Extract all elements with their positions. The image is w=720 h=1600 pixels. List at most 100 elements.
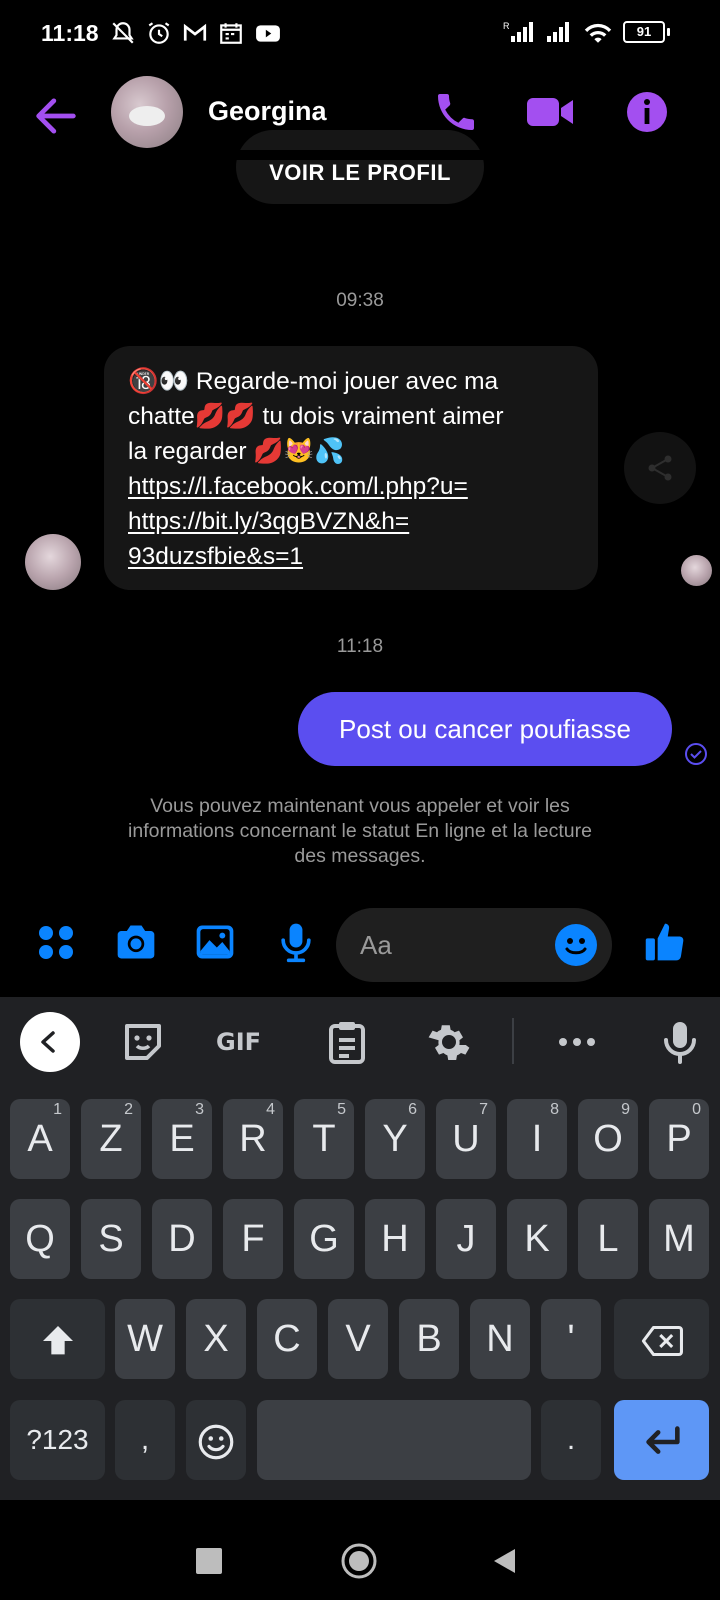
key-label: T (312, 1118, 336, 1160)
emoji-key[interactable] (186, 1400, 246, 1480)
gear-icon (428, 1025, 470, 1060)
key-h[interactable]: H (365, 1199, 425, 1279)
battery-indicator: 91 (623, 21, 665, 43)
key-label: Z (99, 1118, 123, 1160)
key-apostrophe[interactable]: ' (541, 1299, 601, 1379)
recent-apps-button[interactable] (196, 1548, 222, 1574)
nav-back-button[interactable] (490, 1546, 520, 1576)
key-v[interactable]: V (328, 1299, 388, 1379)
key-k[interactable]: K (507, 1199, 567, 1279)
key-s[interactable]: S (81, 1199, 141, 1279)
message-text-line: chatte💋💋 tu dois vraiment aimer (128, 403, 504, 430)
timestamp: 11:18 (336, 636, 384, 657)
symbols-key[interactable]: ?123 (10, 1400, 105, 1480)
space-key[interactable] (257, 1400, 531, 1480)
smiley-outline-icon (198, 1424, 234, 1460)
camera-icon (117, 925, 155, 959)
key-c[interactable]: C (257, 1299, 317, 1379)
back-button[interactable] (30, 90, 82, 142)
like-button[interactable] (643, 920, 687, 964)
key-hint: 8 (550, 1101, 559, 1118)
key-z[interactable]: Z2 (81, 1099, 141, 1179)
keyboard-collapse-button[interactable] (20, 1012, 80, 1072)
emoji-button[interactable] (555, 924, 597, 966)
key-label: E (169, 1118, 195, 1160)
key-t[interactable]: T5 (294, 1099, 354, 1179)
svg-text:R: R (503, 21, 510, 31)
gmail-icon (183, 23, 207, 41)
seen-indicator-avatar (681, 555, 712, 586)
key-j[interactable]: J (436, 1199, 496, 1279)
key-d[interactable]: D (152, 1199, 212, 1279)
key-a[interactable]: A1 (10, 1099, 70, 1179)
key-e[interactable]: E3 (152, 1099, 212, 1179)
key-hint: 4 (266, 1101, 275, 1118)
smiley-icon (565, 938, 587, 955)
youtube-icon (256, 25, 280, 42)
audio-call-button[interactable] (432, 88, 480, 136)
message-link[interactable]: https://l.facebook.com/l.php?u= (128, 469, 574, 504)
key-label: O (593, 1118, 623, 1160)
gif-button[interactable]: GIF (216, 1018, 276, 1066)
sender-avatar[interactable] (25, 534, 81, 590)
enter-key[interactable] (614, 1400, 709, 1480)
signal-icon (547, 22, 569, 42)
microphone-icon (664, 1022, 696, 1064)
key-hint: 5 (337, 1101, 346, 1118)
message-link[interactable]: 93duzsfbie&s=1 (128, 539, 574, 574)
clipboard-button[interactable] (323, 1018, 371, 1066)
status-time: 11:18 (41, 20, 99, 46)
keyboard-settings-button[interactable] (425, 1018, 473, 1066)
comma-key[interactable]: , (115, 1400, 175, 1480)
share-button[interactable] (624, 432, 696, 504)
key-r[interactable]: R4 (223, 1099, 283, 1179)
contact-avatar[interactable] (111, 76, 183, 148)
bell-off-icon (112, 22, 134, 44)
key-g[interactable]: G (294, 1199, 354, 1279)
message-link[interactable]: https://bit.ly/3qgBVZN&h= (128, 504, 574, 539)
key-n[interactable]: N (470, 1299, 530, 1379)
key-y[interactable]: Y6 (365, 1099, 425, 1179)
incoming-message[interactable]: 🔞👀 Regarde-moi jouer avec ma chatte💋💋 tu… (104, 346, 598, 590)
home-button[interactable] (340, 1542, 378, 1580)
key-b[interactable]: B (399, 1299, 459, 1379)
key-label: U (452, 1118, 480, 1160)
home-circle-icon (341, 1543, 377, 1579)
key-o[interactable]: O9 (578, 1099, 638, 1179)
key-m[interactable]: M (649, 1199, 709, 1279)
key-u[interactable]: U7 (436, 1099, 496, 1179)
info-icon (627, 92, 667, 132)
key-p[interactable]: P0 (649, 1099, 709, 1179)
voice-message-button[interactable] (274, 920, 318, 964)
status-notification-icons (110, 20, 282, 46)
key-f[interactable]: F (223, 1199, 283, 1279)
backspace-key[interactable] (614, 1299, 709, 1379)
timestamp: 09:38 (336, 290, 384, 311)
sticker-button[interactable] (119, 1018, 167, 1066)
more-options-button[interactable] (553, 1018, 601, 1066)
shift-key[interactable] (10, 1299, 105, 1379)
view-profile-button[interactable]: VOIR LE PROFIL (236, 130, 484, 204)
phone-icon (438, 94, 474, 130)
more-actions-button[interactable] (34, 920, 78, 964)
message-input-placeholder: Aa (360, 930, 392, 960)
key-l[interactable]: L (578, 1199, 638, 1279)
conversation-info-button[interactable] (623, 88, 671, 136)
key-x[interactable]: X (186, 1299, 246, 1379)
key-w[interactable]: W (115, 1299, 175, 1379)
outgoing-message[interactable]: Post ou cancer poufiasse (298, 692, 672, 766)
triangle-back-icon (494, 1549, 515, 1573)
enter-arrow-icon (645, 1426, 680, 1454)
contact-name[interactable]: Georgina (208, 96, 327, 127)
camera-button[interactable] (113, 920, 157, 964)
voice-input-button[interactable] (656, 1018, 704, 1066)
alarm-icon (148, 22, 170, 44)
gallery-button[interactable] (193, 920, 237, 964)
video-call-button[interactable] (525, 88, 577, 136)
key-i[interactable]: I8 (507, 1099, 567, 1179)
key-label: Y (382, 1118, 408, 1160)
key-q[interactable]: Q (10, 1199, 70, 1279)
key-hint: 7 (479, 1101, 488, 1118)
period-key[interactable]: . (541, 1400, 601, 1480)
key-hint: 6 (408, 1101, 417, 1118)
